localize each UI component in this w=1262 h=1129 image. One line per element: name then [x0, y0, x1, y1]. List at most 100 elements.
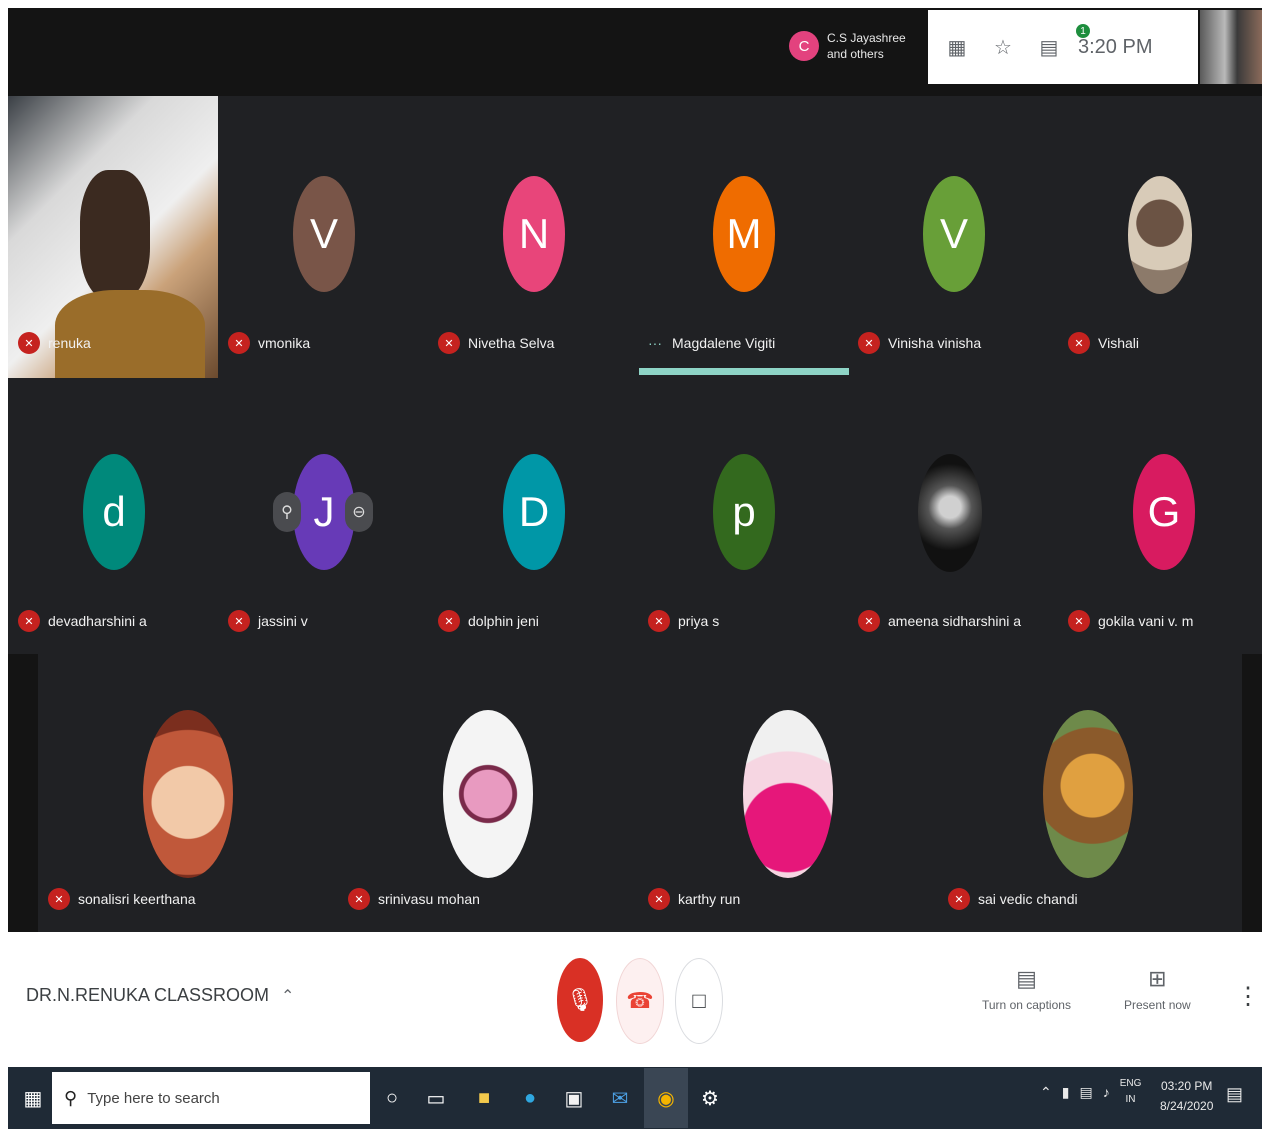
meeting-title: DR.N.RENUKA CLASSROOM	[26, 985, 270, 1005]
meeting-details[interactable]: DR.N.RENUKA CLASSROOM ⌃	[26, 985, 294, 1006]
captions-button[interactable]: ▤ Turn on captions	[982, 966, 1071, 1012]
battery-icon[interactable]: ▮	[1062, 1084, 1070, 1101]
activities-icon[interactable]: ☆	[986, 30, 1020, 64]
captions-icon: ▤	[1016, 966, 1037, 991]
participant-photo	[443, 710, 533, 878]
volume-icon[interactable]: ♪	[1103, 1084, 1110, 1100]
participant-name: ✕ Vinisha vinisha	[858, 331, 981, 355]
microphone-toggle-button[interactable]: 🎙︎	[557, 958, 603, 1042]
participant-name: ✕ devadharshini a	[18, 609, 147, 633]
participant-photo	[1128, 176, 1192, 294]
mic-off-icon: ✕	[228, 332, 250, 354]
remove-icon[interactable]: ⊖	[345, 492, 373, 532]
participant-tile[interactable]: G ✕ gokila vani v. m	[1058, 374, 1262, 654]
participant-name: ✕ Nivetha Selva	[438, 331, 554, 355]
participant-tile[interactable]: V ✕ vmonika	[218, 96, 428, 376]
participant-tile[interactable]: ✕ sonalisri keerthana	[38, 652, 288, 932]
presenter-chip[interactable]: C C.S Jayashree and others	[783, 12, 923, 80]
grid-right-gutter	[1242, 654, 1262, 932]
participant-avatar: D	[503, 454, 565, 570]
participant-tile-hovered[interactable]: J ⚲ ⊖ ✕ jassini v	[218, 374, 428, 654]
leave-call-button[interactable]: ☎	[616, 958, 664, 1044]
participant-avatar: N	[503, 176, 565, 292]
file-explorer-icon[interactable]: ■	[466, 1080, 502, 1116]
participant-name: ✕ dolphin jeni	[438, 609, 539, 633]
taskbar-time: 03:20 PM	[1161, 1079, 1213, 1093]
taskbar-search-box[interactable]: ⚲ Type here to search	[52, 1072, 370, 1124]
hang-up-icon: ☎	[626, 988, 654, 1013]
participant-name: ✕ gokila vani v. m	[1068, 609, 1193, 633]
network-icon[interactable]: ▤	[1079, 1084, 1092, 1101]
participant-avatar: d	[83, 454, 145, 570]
participant-tile[interactable]: D ✕ dolphin jeni	[428, 374, 638, 654]
camera-toggle-button[interactable]: □	[675, 958, 723, 1044]
mic-off-icon: 🎙︎	[566, 987, 594, 1012]
presenter-avatar: C	[789, 31, 819, 61]
self-view-thumbnail[interactable]	[1200, 10, 1262, 84]
top-right-panel: ▦ ☆ ▤ 3:20 PM	[928, 10, 1198, 84]
present-icon: ⊞	[1148, 966, 1167, 991]
participant-tile[interactable]: ✕ Vishali	[1058, 96, 1262, 376]
participant-name: ✕ vmonika	[228, 331, 310, 355]
mic-off-icon: ✕	[18, 610, 40, 632]
more-options-icon[interactable]: ⋮	[1236, 982, 1260, 1011]
settings-gear-icon[interactable]: ⚙	[692, 1080, 728, 1116]
grid-left-gutter	[8, 654, 38, 932]
mic-off-icon: ✕	[438, 332, 460, 354]
language-indicator[interactable]: ENG IN	[1120, 1076, 1152, 1108]
meeting-clock: 3:20 PM	[1078, 35, 1153, 58]
participant-tile[interactable]: N ✕ Nivetha Selva	[428, 96, 638, 376]
participant-tile[interactable]: ✕ karthy run	[638, 652, 888, 932]
store-icon[interactable]: ▣	[556, 1080, 592, 1116]
search-icon: ⚲	[64, 1087, 78, 1108]
mic-off-icon: ✕	[948, 888, 970, 910]
task-view-icon[interactable]: ▭	[418, 1080, 454, 1116]
participant-avatar: p	[713, 454, 775, 570]
participant-tile[interactable]: ✕ sai vedic chandi	[938, 652, 1188, 932]
participant-name: ✕ renuka	[18, 331, 91, 355]
presenter-name: C.S Jayashree	[827, 31, 906, 45]
participant-avatar: G	[1133, 454, 1195, 570]
system-tray: ⌃ ▮ ▤ ♪ ENG IN	[1040, 1076, 1161, 1108]
present-now-button[interactable]: ⊞ Present now	[1124, 966, 1191, 1012]
participant-avatar: V	[923, 176, 985, 292]
participant-name: ✕ sonalisri keerthana	[48, 887, 196, 911]
participant-tile[interactable]: p ✕ priya s	[638, 374, 848, 654]
people-icon[interactable]: ▦	[940, 30, 974, 64]
chrome-icon[interactable]: ◉	[648, 1080, 684, 1116]
presenter-subtitle: and others	[827, 47, 884, 61]
taskbar-clock[interactable]: 03:20 PM 8/24/2020	[1160, 1076, 1213, 1116]
cortana-icon[interactable]: ○	[374, 1080, 410, 1116]
chat-icon[interactable]: ▤	[1032, 30, 1066, 64]
mail-icon[interactable]: ✉	[602, 1080, 638, 1116]
participant-tile[interactable]: ✕ srinivasu mohan	[338, 652, 588, 932]
participant-photo	[918, 454, 982, 572]
participant-avatar: V	[293, 176, 355, 292]
participant-avatar: M	[713, 176, 775, 292]
participant-photo	[143, 710, 233, 878]
windows-start-icon[interactable]: ▦	[18, 1082, 48, 1114]
participant-name: ✕ srinivasu mohan	[348, 887, 480, 911]
participant-tile[interactable]: ✕ ameena sidharshini a	[848, 374, 1058, 654]
mic-off-icon: ✕	[1068, 332, 1090, 354]
mic-off-icon: ✕	[348, 888, 370, 910]
participant-photo	[1043, 710, 1133, 878]
search-placeholder: Type here to search	[87, 1089, 220, 1107]
mic-off-icon: ✕	[1068, 610, 1090, 632]
participant-name: ✕ karthy run	[648, 887, 740, 911]
participant-tile[interactable]: d ✕ devadharshini a	[8, 374, 218, 654]
edge-icon[interactable]: ●	[512, 1080, 548, 1116]
participant-photo	[743, 710, 833, 878]
speaking-indicator-icon: ···	[648, 335, 662, 351]
pin-icon[interactable]: ⚲	[273, 492, 301, 532]
participant-tile-speaking[interactable]: M ··· Magdalene Vigiti	[638, 96, 848, 376]
chevron-up-icon[interactable]: ⌃	[1040, 1084, 1052, 1101]
mic-off-icon: ✕	[438, 610, 460, 632]
mic-off-icon: ✕	[228, 610, 250, 632]
chevron-up-icon: ⌃	[281, 987, 295, 1005]
participant-tile-renuka[interactable]: ✕ renuka	[8, 96, 218, 376]
mic-off-icon: ✕	[48, 888, 70, 910]
notification-center-icon[interactable]: ▤	[1226, 1084, 1243, 1105]
participant-name: ··· Magdalene Vigiti	[648, 335, 776, 351]
participant-tile[interactable]: V ✕ Vinisha vinisha	[848, 96, 1058, 376]
